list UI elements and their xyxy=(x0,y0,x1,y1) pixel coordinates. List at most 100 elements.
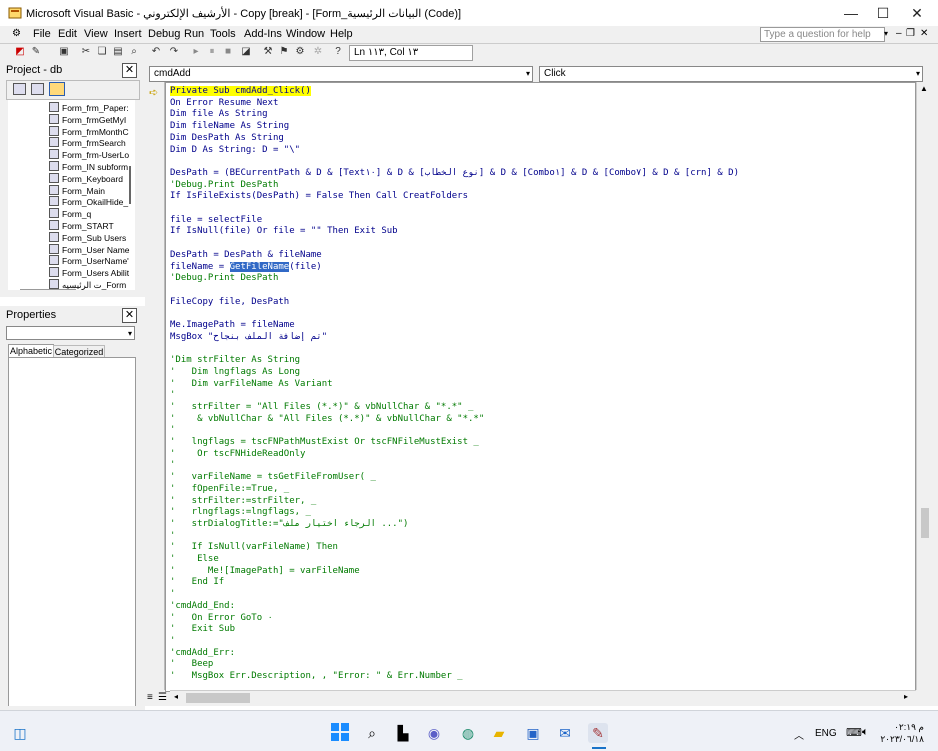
code-line-text: ' rlngflags:=lngflags, _ xyxy=(170,507,311,518)
mdi-minimize-icon[interactable]: – xyxy=(896,28,902,39)
store-icon[interactable]: ▣ xyxy=(523,723,543,743)
clock-date[interactable]: ٢٠٢٣/٠٦/١٨ xyxy=(880,734,924,745)
close-button[interactable]: ✕ xyxy=(900,0,934,26)
code-line: Dim D As String: D = "\" xyxy=(170,145,300,157)
mdi-close-icon[interactable]: ✕ xyxy=(920,28,928,39)
menu-debug[interactable]: Debug xyxy=(148,28,180,40)
project-tree-item-label: Form_Keyboard xyxy=(62,173,123,184)
code-line: 'Debug.Print DesPath xyxy=(170,273,278,285)
project-tree-item[interactable]: Form_OkailHide_ xyxy=(8,196,135,208)
scroll-left-icon[interactable]: ◂ xyxy=(174,692,178,701)
copy-icon[interactable]: ❏ xyxy=(96,46,108,58)
object-browser-icon[interactable]: ⚙ xyxy=(294,46,306,58)
menu-window[interactable]: Window xyxy=(286,28,325,40)
run-icon[interactable]: ▸ xyxy=(190,46,202,58)
code-line: If IsFileExists(DesPath) = False Then Ca… xyxy=(170,191,468,203)
help-search-input[interactable]: Type a question for help xyxy=(760,27,885,42)
scroll-right-icon[interactable]: ▸ xyxy=(904,692,908,701)
menu-help[interactable]: Help xyxy=(330,28,353,40)
code-line-text: ' strFilter:=strFilter, _ xyxy=(170,495,317,506)
minimize-button[interactable]: — xyxy=(834,0,868,26)
view-access-icon[interactable]: ◩ xyxy=(14,46,26,58)
help-dropdown-icon[interactable]: ▾ xyxy=(884,29,888,38)
project-tree-item[interactable]: Form_frmGetMyI xyxy=(8,113,135,126)
cut-icon[interactable]: ✂ xyxy=(80,46,92,58)
menu-add-ins[interactable]: Add-Ins xyxy=(244,28,282,40)
mail-icon[interactable]: ✉ xyxy=(555,723,575,743)
scroll-up-icon[interactable]: ▲ xyxy=(920,84,928,93)
menu-file[interactable]: File xyxy=(33,28,51,40)
vertical-scroll-thumb[interactable] xyxy=(921,508,929,538)
menu-run[interactable]: Run xyxy=(184,28,204,40)
project-tree-item[interactable]: Form_Main xyxy=(8,184,135,197)
properties-window-icon[interactable]: ⚑ xyxy=(278,46,290,58)
chevron-up-icon[interactable]: ︿ xyxy=(794,727,804,742)
design-mode-icon[interactable]: ◪ xyxy=(240,46,252,58)
properties-object-select[interactable]: ▾ xyxy=(6,326,135,340)
menu-view[interactable]: View xyxy=(84,28,108,40)
insert-module-icon[interactable]: ✎ xyxy=(30,46,42,58)
help-icon[interactable]: ? xyxy=(332,46,344,58)
maximize-button[interactable]: ☐ xyxy=(866,0,900,26)
project-tree-item[interactable]: Form_frmMonthC xyxy=(8,125,135,138)
menu-tools[interactable]: Tools xyxy=(210,28,236,40)
vba-task-icon[interactable]: ✎ xyxy=(588,723,608,743)
code-line: ' Or tscFNHideReadOnly xyxy=(170,449,305,461)
project-tree-item[interactable]: Form_frm_Paper: xyxy=(8,102,135,114)
network-icon[interactable]: ⌨ xyxy=(846,726,862,739)
code-horizontal-scrollbar[interactable]: ◂ ▸ xyxy=(170,690,916,706)
menu-app-icon[interactable]: ⚙ xyxy=(12,28,21,39)
volume-icon[interactable]: 🔈︎ xyxy=(862,726,869,739)
chevron-down-icon: ▾ xyxy=(915,69,920,78)
redo-icon[interactable]: ↷ xyxy=(168,46,180,58)
mdi-restore-icon[interactable]: ❐ xyxy=(906,28,915,39)
project-panel-close-button[interactable]: ✕ xyxy=(122,63,137,78)
clock-time[interactable]: م ٠٢:١٩ xyxy=(884,722,924,733)
task-view-icon[interactable]: ◫ xyxy=(10,723,30,743)
project-tree-item[interactable]: Form_frmSearch xyxy=(8,137,135,149)
view-code-icon[interactable] xyxy=(13,83,26,95)
menu-edit[interactable]: Edit xyxy=(58,28,77,40)
project-tree-item[interactable]: Form_frm-UserLo xyxy=(8,149,135,161)
project-tree-item[interactable]: Form_Keyboard xyxy=(8,172,135,185)
tab-alphabetic[interactable]: Alphabetic xyxy=(8,344,54,358)
procedure-combo[interactable]: Click ▾ xyxy=(539,66,923,82)
code-margin-indicator-bar[interactable]: ➪ xyxy=(146,82,165,690)
code-editor[interactable]: Private Sub cmdAdd_Click() On Error Resum… xyxy=(165,82,916,692)
project-tree-item[interactable]: Form_UserName' xyxy=(8,255,135,267)
project-tree-item[interactable]: Form_Users Abilit xyxy=(8,267,135,279)
full-module-view-icon[interactable]: ☰ xyxy=(158,692,167,703)
properties-panel-close-button[interactable]: ✕ xyxy=(122,308,137,323)
file-explorer-icon[interactable]: ▰ xyxy=(489,723,509,743)
project-tree-item[interactable]: Form_Sub Users xyxy=(8,231,135,244)
reset-icon[interactable]: ■ xyxy=(222,46,234,58)
menu-insert[interactable]: Insert xyxy=(114,28,142,40)
project-tree-item[interactable]: Form_START xyxy=(8,220,135,232)
start-icon[interactable] xyxy=(331,723,349,741)
toggle-folders-icon[interactable] xyxy=(49,82,65,96)
save-icon[interactable]: ▣ xyxy=(58,46,70,58)
view-object-icon[interactable] xyxy=(31,83,44,95)
code-line: ' xyxy=(170,531,175,543)
form-module-icon xyxy=(49,149,59,160)
teams-chat-icon[interactable]: ◉ xyxy=(424,723,444,743)
tree-hscroll-thumb[interactable] xyxy=(20,289,76,290)
project-tree-item[interactable]: Form_q xyxy=(8,208,135,220)
task-switch-icon[interactable]: ▙ xyxy=(393,723,413,743)
object-combo[interactable]: cmdAdd ▾ xyxy=(149,66,533,82)
break-icon[interactable]: ⏸ xyxy=(206,46,218,58)
project-tree-item[interactable]: Form_User Name xyxy=(8,243,135,256)
toolbox-icon[interactable]: ✲ xyxy=(312,46,324,58)
project-tree-item[interactable]: Form_IN subform xyxy=(8,161,135,173)
procedure-view-icon[interactable]: ≡ xyxy=(147,692,153,703)
tree-scroll-thumb[interactable] xyxy=(129,166,131,204)
find-icon[interactable]: ⌕ xyxy=(128,46,140,58)
paste-icon[interactable]: ▤ xyxy=(112,46,124,58)
project-explorer-icon[interactable]: ⚒ xyxy=(262,46,274,58)
language-indicator[interactable]: ENG xyxy=(815,728,837,739)
edge-browser-icon[interactable]: ◍ xyxy=(458,723,478,743)
code-vertical-scrollbar[interactable]: ▲ xyxy=(916,82,933,690)
undo-icon[interactable]: ↶ xyxy=(150,46,162,58)
search-icon[interactable]: ⌕ xyxy=(362,723,382,743)
horizontal-scroll-thumb[interactable] xyxy=(186,693,250,703)
